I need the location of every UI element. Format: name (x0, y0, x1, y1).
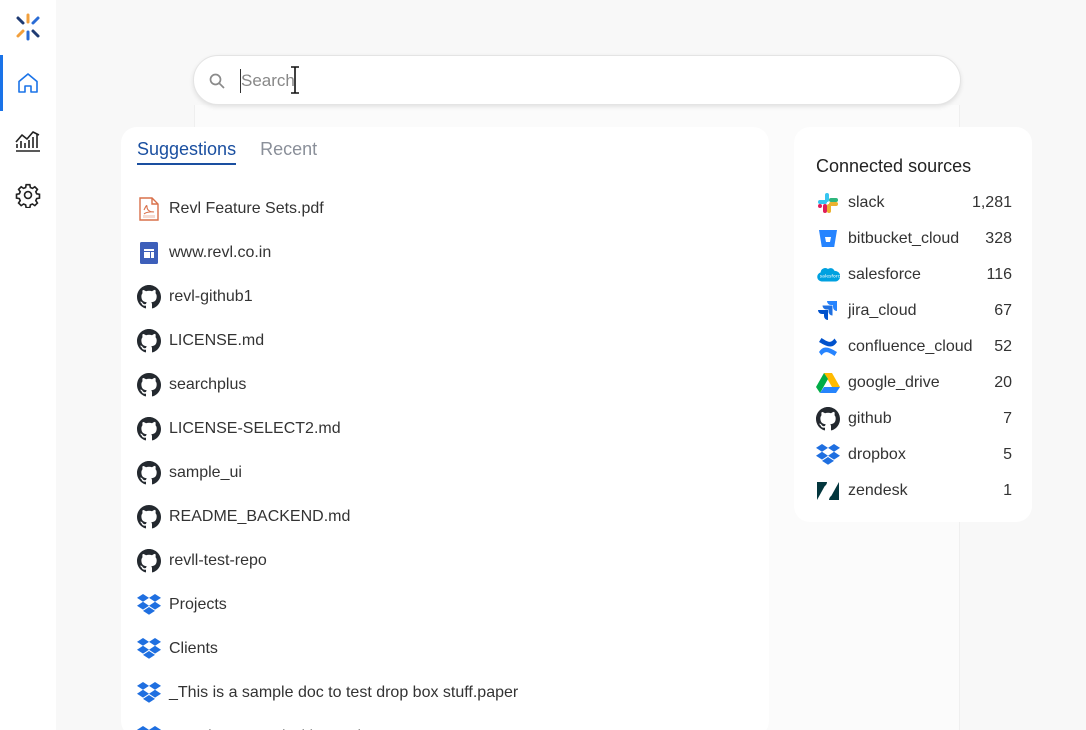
source-row-zendesk[interactable]: zendesk 1 (816, 473, 1012, 509)
dropbox-icon (816, 443, 840, 467)
list-item[interactable]: Projects (137, 583, 757, 627)
source-name: google_drive (848, 374, 940, 391)
search-input[interactable] (241, 68, 931, 94)
source-row-confluence-cloud[interactable]: confluence_cloud 52 (816, 329, 1012, 365)
source-count: 328 (985, 230, 1012, 247)
source-name: zendesk (848, 482, 908, 499)
connected-sources-panel: Connected sources slack 1,281 bitbucket_c… (794, 127, 1032, 522)
source-row-bitbucket-cloud[interactable]: bitbucket_cloud 328 (816, 221, 1012, 257)
list-item[interactable]: _Getting Started with Dropbox Paper.pape… (137, 715, 757, 730)
pdf-icon (137, 197, 161, 221)
source-name: bitbucket_cloud (848, 230, 960, 247)
list-item[interactable]: searchplus (137, 363, 757, 407)
github-icon (137, 505, 161, 529)
source-row-github[interactable]: github 7 (816, 401, 1012, 437)
text-caret (240, 69, 241, 93)
list-item-label: revll-test-repo (169, 552, 267, 569)
slack-icon (816, 191, 840, 215)
jira-icon (816, 299, 840, 323)
list-item[interactable]: LICENSE.md (137, 319, 757, 363)
list-item-label: sample_ui (169, 464, 242, 481)
dropbox-icon (137, 681, 161, 705)
list-item[interactable]: LICENSE-SELECT2.md (137, 407, 757, 451)
salesforce-icon: salesforce (816, 263, 840, 287)
sidebar-item-home[interactable] (0, 55, 56, 111)
list-item-label: Revl Feature Sets.pdf (169, 200, 324, 217)
list-item-label: searchplus (169, 376, 247, 393)
source-count: 5 (1003, 446, 1012, 463)
list-item[interactable]: revll-test-repo (137, 539, 757, 583)
list-item[interactable]: _This is a sample doc to test drop box s… (137, 671, 757, 715)
list-item[interactable]: Revl Feature Sets.pdf (137, 187, 757, 231)
list-item[interactable]: revl-github1 (137, 275, 757, 319)
source-count: 7 (1003, 410, 1012, 427)
tab-bar: Suggestions Recent (137, 139, 317, 165)
suggestions-panel: Suggestions Recent Revl Feature Sets.pdf… (121, 127, 769, 730)
github-icon (137, 549, 161, 573)
chart-icon (15, 131, 40, 152)
list-item-label: www.revl.co.in (169, 244, 272, 261)
tab-suggestions[interactable]: Suggestions (137, 139, 237, 165)
sidebar-item-settings[interactable] (0, 167, 56, 223)
search-bar[interactable] (193, 55, 961, 105)
app-logo-icon[interactable] (14, 13, 42, 41)
source-row-google-drive[interactable]: google_drive 20 (816, 365, 1012, 401)
source-row-jira-cloud[interactable]: jira_cloud 67 (816, 293, 1012, 329)
connected-sources-list: slack 1,281 bitbucket_cloud 328 salesforce… (816, 185, 1012, 509)
source-count: 1,281 (971, 194, 1012, 211)
svg-text:salesforce: salesforce (820, 273, 840, 279)
source-count: 52 (994, 338, 1012, 355)
list-item-label: Clients (169, 640, 218, 657)
source-count: 116 (986, 266, 1012, 283)
github-icon (137, 373, 161, 397)
connected-sources-title: Connected sources (816, 156, 972, 176)
list-item-label: LICENSE.md (169, 332, 265, 349)
suggestion-list: Revl Feature Sets.pdf www.revl.co.in rev… (137, 187, 757, 730)
confluence-icon (816, 335, 840, 359)
ibeam-cursor-icon (291, 66, 299, 94)
source-count: 1 (1003, 482, 1012, 499)
list-item[interactable]: README_BACKEND.md (137, 495, 757, 539)
list-item-label: README_BACKEND.md (169, 508, 351, 525)
source-name: confluence_cloud (848, 338, 973, 355)
github-icon (137, 417, 161, 441)
source-name: slack (848, 194, 885, 211)
tab-recent[interactable]: Recent (260, 139, 317, 165)
list-item-label: revl-github1 (169, 288, 253, 305)
zendesk-icon (816, 479, 840, 503)
home-icon (18, 73, 38, 93)
dropbox-icon (137, 637, 161, 661)
source-count: 67 (994, 302, 1012, 319)
dropbox-icon (137, 593, 161, 617)
list-item-label: Projects (169, 596, 227, 613)
list-item[interactable]: Clients (137, 627, 757, 671)
list-item-label: LICENSE-SELECT2.md (169, 420, 341, 437)
source-row-slack[interactable]: slack 1,281 (816, 185, 1012, 221)
sidebar-item-analytics[interactable] (0, 112, 56, 168)
sidebar (0, 0, 56, 730)
list-item[interactable]: www.revl.co.in (137, 231, 757, 275)
source-name: github (848, 410, 892, 427)
source-name: dropbox (848, 446, 906, 463)
list-item[interactable]: sample_ui (137, 451, 757, 495)
dropbox-icon (137, 725, 161, 730)
github-icon (137, 329, 161, 353)
google-drive-icon (816, 371, 840, 395)
bitbucket-icon (816, 227, 840, 251)
list-item-label: _This is a sample doc to test drop box s… (169, 684, 519, 701)
search-icon (209, 73, 225, 89)
github-icon (137, 285, 161, 309)
doc-icon (137, 241, 161, 265)
source-row-salesforce[interactable]: salesforce salesforce 116 (816, 257, 1012, 293)
source-name: jira_cloud (848, 302, 917, 319)
source-row-dropbox[interactable]: dropbox 5 (816, 437, 1012, 473)
github-icon (816, 407, 840, 431)
source-count: 20 (994, 374, 1012, 391)
github-icon (137, 461, 161, 485)
gear-icon (15, 183, 41, 208)
source-name: salesforce (848, 266, 921, 283)
